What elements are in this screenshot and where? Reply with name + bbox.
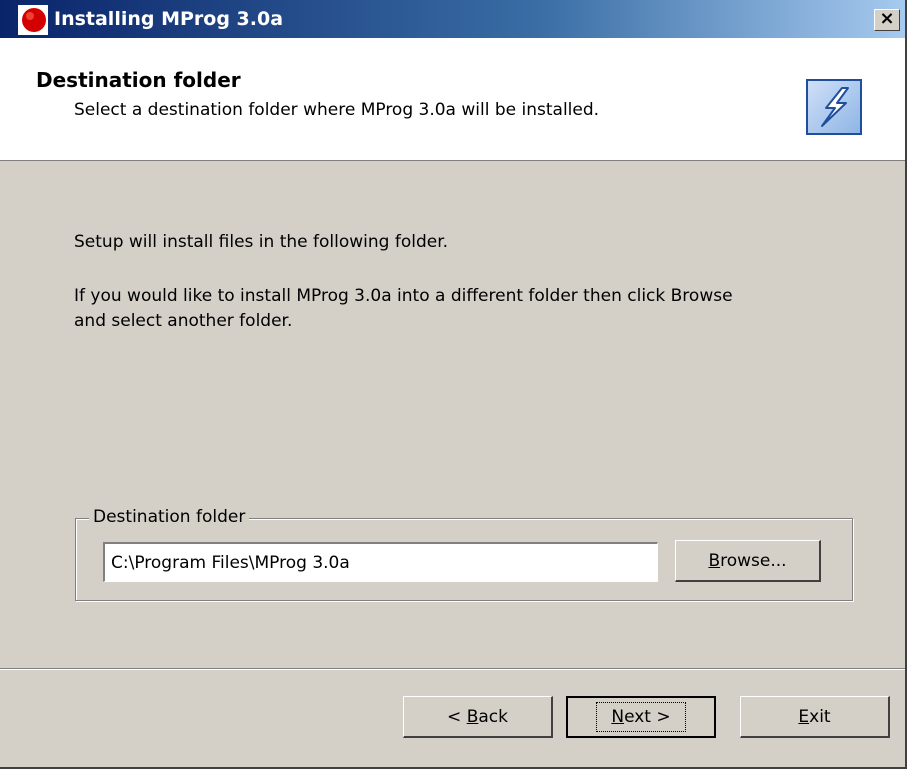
next-label: Next > [596, 702, 686, 732]
instruction-text-line1: If you would like to install MProg 3.0a … [74, 286, 733, 306]
destination-folder-legend: Destination folder [89, 507, 250, 527]
exit-button[interactable]: Exit [740, 696, 890, 738]
title-bar: Installing MProg 3.0a × [0, 0, 905, 38]
window-title: Installing MProg 3.0a [54, 8, 284, 30]
page-title: Destination folder [36, 68, 241, 92]
footer-separator [0, 668, 905, 670]
close-icon: × [879, 8, 895, 29]
close-button[interactable]: × [874, 9, 900, 31]
page-subtitle: Select a destination folder where MProg … [74, 100, 600, 120]
exit-label: Exit [798, 706, 831, 727]
destination-path-input[interactable] [103, 542, 658, 582]
app-icon [18, 5, 48, 35]
browse-label: Browse... [708, 550, 787, 571]
header-panel: Destination folder Select a destination … [0, 38, 905, 161]
back-label: < Back [447, 706, 508, 727]
installer-window: Installing MProg 3.0a × Destination fold… [0, 0, 907, 769]
browse-button[interactable]: Browse... [675, 540, 821, 582]
instruction-text-line2: and select another folder. [74, 311, 293, 331]
info-text: Setup will install files in the followin… [74, 232, 449, 252]
back-button[interactable]: < Back [403, 696, 553, 738]
installer-lightning-icon [806, 79, 862, 135]
next-button[interactable]: Next > [566, 696, 716, 738]
